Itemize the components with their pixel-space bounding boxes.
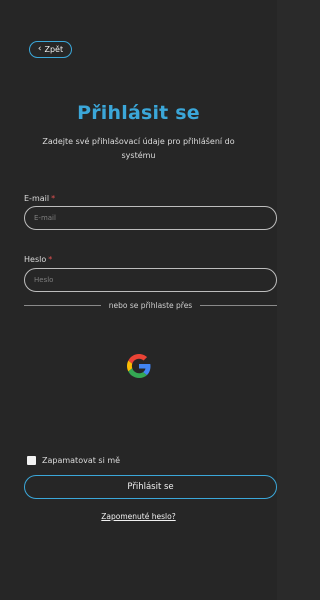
password-label: Heslo * <box>24 255 52 264</box>
page-subtitle: Zadejte své přihlašovací údaje pro přihl… <box>42 137 235 160</box>
password-label-text: Heslo <box>24 255 47 264</box>
password-required-mark: * <box>48 255 53 264</box>
forgot-password-link[interactable]: Zapomenuté heslo? <box>0 512 277 521</box>
email-input[interactable] <box>24 206 277 230</box>
divider-line-left <box>24 304 101 306</box>
divider-text: nebo se přihlaste přes <box>108 300 193 310</box>
login-submit-button[interactable]: Přihlásit se <box>24 475 277 499</box>
login-submit-label: Přihlásit se <box>127 482 174 492</box>
remember-me: Zapamatovat si mě <box>27 456 120 465</box>
back-button[interactable]: ‹ Zpět <box>29 41 72 58</box>
chevron-left-icon: ‹ <box>37 44 42 54</box>
email-label-text: E-mail <box>24 194 50 203</box>
google-login-button[interactable] <box>127 354 151 378</box>
social-divider: nebo se přihlaste přes <box>24 298 278 312</box>
divider-line-right <box>200 304 278 306</box>
remember-me-checkbox[interactable] <box>27 456 36 465</box>
page-title: Přihlásit se <box>77 102 200 124</box>
password-input[interactable] <box>24 268 277 292</box>
login-screen: ‹ Zpět Přihlásit se Zadejte své přihlašo… <box>0 0 278 600</box>
email-label: E-mail * <box>24 194 55 203</box>
google-icon <box>127 354 151 378</box>
remember-me-label: Zapamatovat si mě <box>42 456 121 465</box>
email-required-mark: * <box>51 194 56 203</box>
back-button-label: Zpět <box>44 45 64 54</box>
